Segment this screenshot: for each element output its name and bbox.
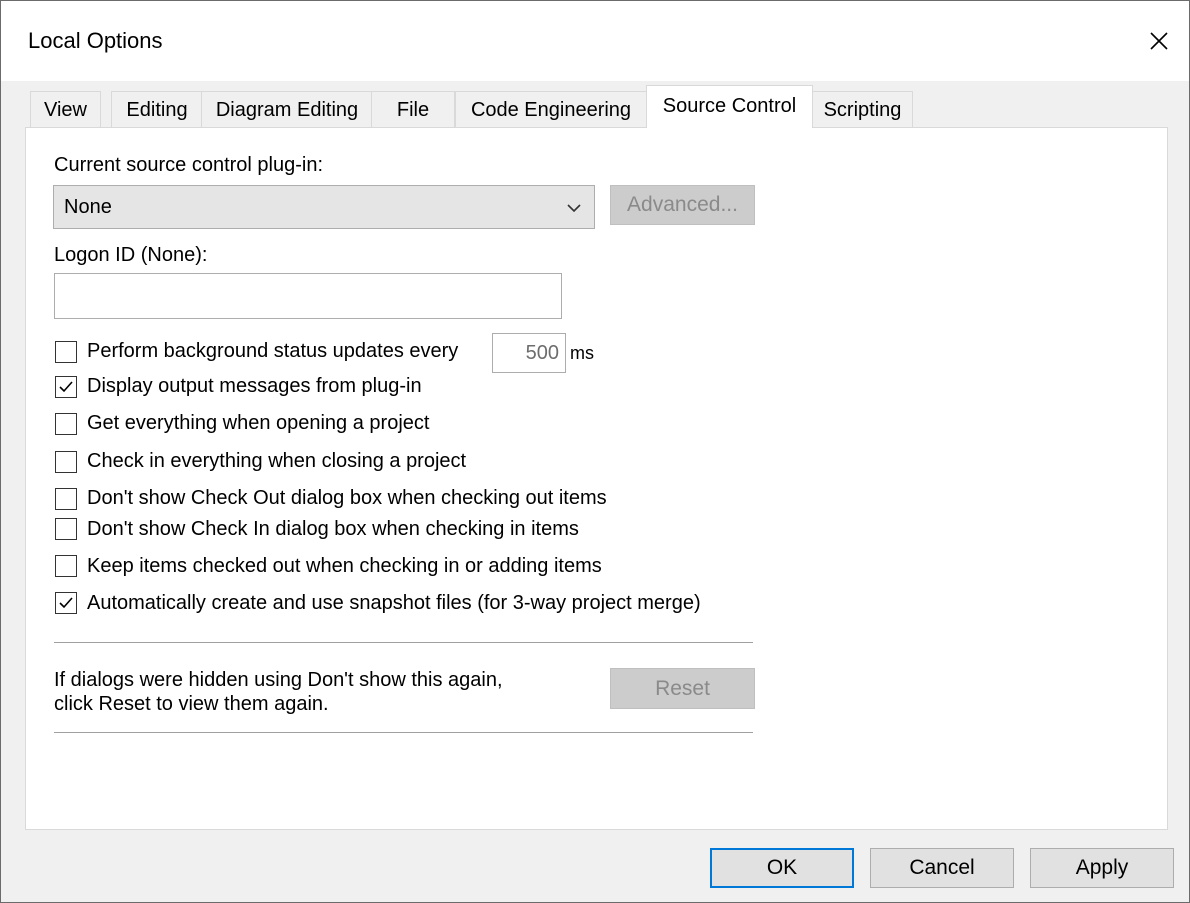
ok-button[interactable]: OK	[710, 848, 854, 888]
source-control-panel	[25, 127, 1168, 830]
cancel-button[interactable]: Cancel	[870, 848, 1014, 888]
chevron-down-icon	[567, 204, 581, 213]
tab-view[interactable]: View	[30, 91, 101, 127]
dialog-title: Local Options	[28, 28, 163, 53]
apply-button[interactable]: Apply	[1030, 848, 1174, 888]
plugin-select[interactable]: None	[53, 185, 595, 229]
tab-scripting[interactable]: Scripting	[812, 91, 913, 127]
tab-code-engineering[interactable]: Code Engineering	[455, 91, 647, 127]
close-button[interactable]	[1129, 1, 1189, 81]
tab-file[interactable]: File	[371, 91, 455, 127]
local-options-dialog: Local Options View Editing Diagram Editi…	[0, 0, 1190, 903]
close-icon	[1150, 32, 1168, 50]
tab-source-control[interactable]: Source Control	[646, 85, 813, 128]
tab-diagram-editing[interactable]: Diagram Editing	[201, 91, 373, 127]
title-bar: Local Options	[1, 1, 1189, 81]
tab-editing[interactable]: Editing	[111, 91, 203, 127]
plugin-select-value: None	[64, 196, 112, 218]
